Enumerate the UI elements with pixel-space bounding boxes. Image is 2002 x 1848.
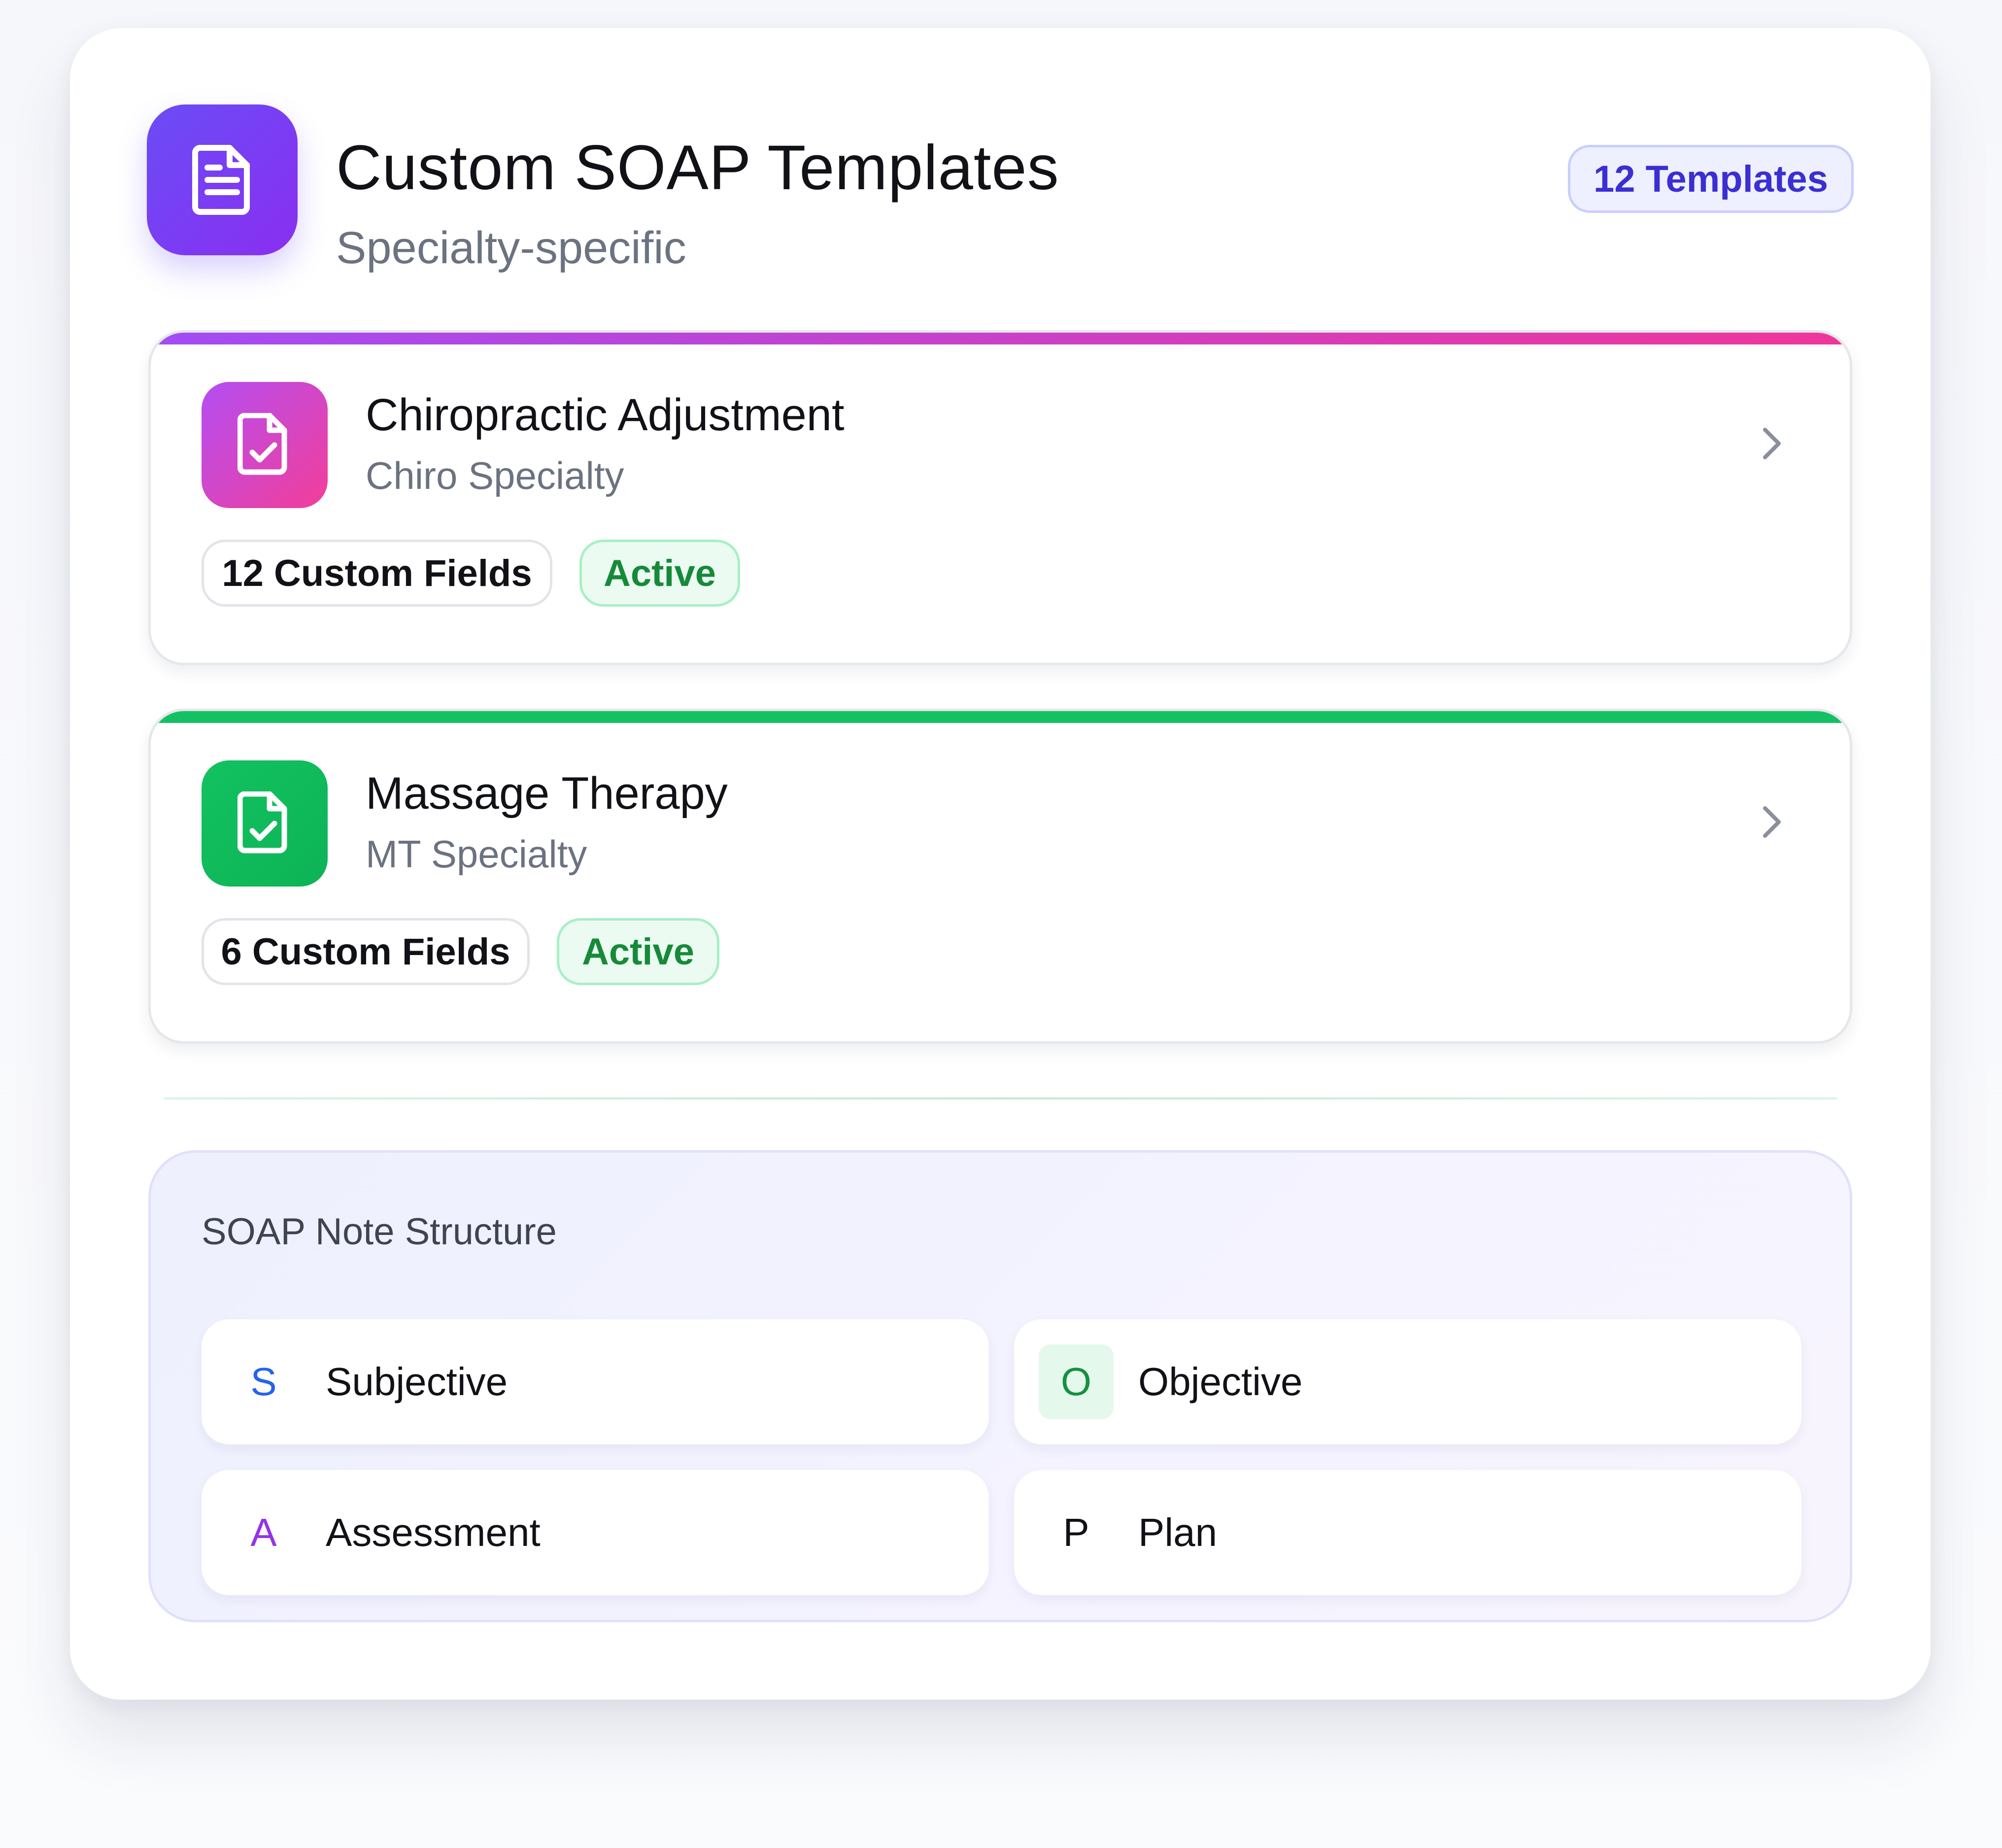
soap-templates-card: Custom SOAP Templates Specialty-specific… <box>70 28 1931 1700</box>
section-label: Objective <box>1138 1360 1303 1403</box>
section-label: Plan <box>1138 1510 1218 1554</box>
soap-section-plan[interactable]: P Plan <box>1014 1470 1801 1595</box>
file-check-icon <box>202 382 328 508</box>
template-card-massage[interactable]: Massage Therapy MT Specialty 6 Custom Fi… <box>148 709 1852 1044</box>
section-letter: O <box>1039 1344 1114 1419</box>
template-count-badge: 12 Templates <box>1568 145 1854 213</box>
file-check-icon <box>202 760 328 887</box>
template-card-chiropractic[interactable]: Chiropractic Adjustment Chiro Specialty … <box>148 330 1852 665</box>
soap-section-subjective[interactable]: S Subjective <box>202 1319 989 1444</box>
chevron-right-icon[interactable] <box>1751 802 1791 842</box>
custom-fields-badge: 6 Custom Fields <box>202 918 530 985</box>
section-letter: A <box>250 1510 277 1554</box>
custom-fields-badge: 12 Custom Fields <box>202 540 552 607</box>
section-letter: S <box>250 1360 277 1403</box>
page-title: Custom SOAP Templates <box>336 133 1059 203</box>
soap-section-assessment[interactable]: A Assessment <box>202 1470 989 1595</box>
page-background: Custom SOAP Templates Specialty-specific… <box>0 0 2002 1848</box>
soap-structure-title: SOAP Note Structure <box>202 1211 557 1253</box>
status-badge: Active <box>579 540 740 607</box>
section-divider <box>164 1097 1837 1099</box>
section-label: Assessment <box>326 1510 541 1554</box>
soap-structure-panel: SOAP Note Structure S Subjective O Objec… <box>148 1150 1852 1622</box>
template-specialty: MT Specialty <box>366 832 587 876</box>
section-label: Subjective <box>326 1360 508 1403</box>
template-specialty: Chiro Specialty <box>366 454 624 497</box>
soap-section-objective[interactable]: O Objective <box>1014 1319 1801 1444</box>
template-name: Massage Therapy <box>366 768 728 819</box>
template-accent-bar <box>151 333 1850 344</box>
status-badge: Active <box>557 918 719 985</box>
template-name: Chiropractic Adjustment <box>366 390 845 440</box>
document-icon <box>147 104 298 255</box>
chevron-right-icon[interactable] <box>1751 424 1791 463</box>
template-accent-bar <box>151 711 1850 723</box>
page-subtitle: Specialty-specific <box>336 223 686 273</box>
section-letter: P <box>1063 1510 1089 1554</box>
